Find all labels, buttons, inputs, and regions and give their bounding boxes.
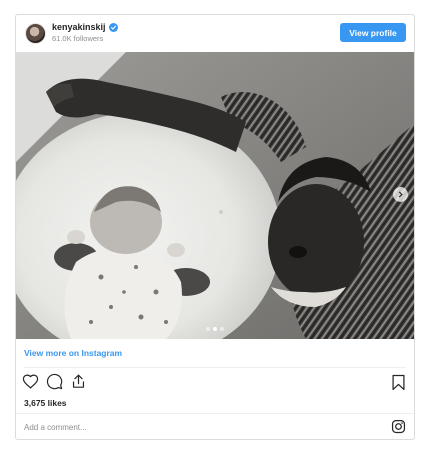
instagram-icon[interactable] — [391, 419, 406, 434]
chevron-right-icon — [398, 191, 403, 198]
username-row: kenyakinskij — [52, 22, 118, 32]
carousel-next-button[interactable] — [393, 187, 408, 202]
comment-icon[interactable] — [46, 373, 63, 390]
post-photo-image — [16, 52, 414, 339]
carousel-dot — [220, 327, 224, 331]
post-photo[interactable] — [16, 52, 414, 339]
post-header: kenyakinskij 61.0K followers View profil… — [16, 15, 414, 52]
verified-badge-icon — [108, 22, 118, 32]
username-link[interactable]: kenyakinskij — [52, 22, 106, 32]
action-bar — [22, 373, 87, 390]
heart-icon[interactable] — [22, 373, 39, 390]
instagram-embed-card: kenyakinskij 61.0K followers View profil… — [15, 14, 415, 440]
avatar[interactable] — [25, 23, 46, 44]
like-count[interactable]: 3,675 likes — [24, 398, 67, 408]
share-icon[interactable] — [70, 373, 87, 390]
carousel-dot — [206, 327, 210, 331]
follower-count: 61.0K followers — [52, 34, 104, 43]
bookmark-icon[interactable] — [391, 374, 406, 391]
carousel-dot-active — [213, 327, 217, 331]
view-more-link[interactable]: View more on Instagram — [24, 348, 122, 358]
divider — [24, 367, 406, 368]
divider — [16, 413, 414, 414]
view-profile-button[interactable]: View profile — [340, 23, 406, 42]
carousel-dots — [206, 327, 224, 331]
comment-input[interactable] — [24, 419, 364, 436]
user-block: kenyakinskij 61.0K followers — [52, 22, 118, 43]
